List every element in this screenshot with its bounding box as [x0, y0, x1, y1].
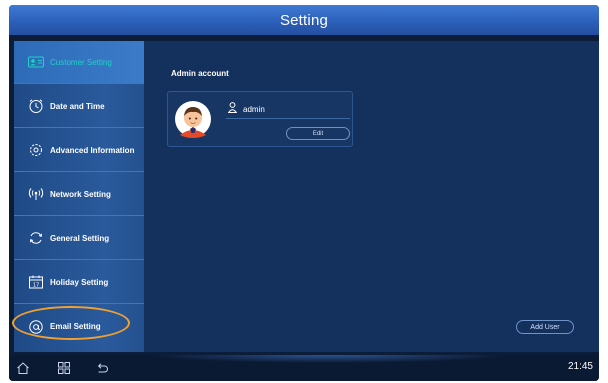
title-bar: Setting [9, 5, 599, 35]
edit-button[interactable]: Edit [286, 127, 350, 140]
sync-icon [28, 230, 44, 246]
sidebar-item-network-setting[interactable]: Network Setting [14, 173, 144, 216]
back-icon[interactable] [94, 360, 110, 376]
sidebar-item-label: Network Setting [50, 189, 111, 199]
app-window: Setting Customer Setting Date and Time A… [9, 5, 599, 381]
sidebar-item-label: Customer Setting [50, 57, 112, 67]
at-sign-icon [28, 319, 44, 335]
clock-time: 21:45 [567, 361, 593, 372]
sidebar-item-advanced-information[interactable]: Advanced Information [14, 129, 144, 172]
window-title: Setting [279, 11, 329, 29]
content-panel: Admin account admin Edit Add User [144, 41, 599, 352]
sidebar-item-label: Holiday Setting [50, 277, 109, 287]
taskbar-glow [149, 355, 509, 363]
system-taskbar: 21:45 [9, 355, 599, 381]
divider [226, 118, 350, 119]
username: admin [243, 104, 265, 114]
sidebar-item-email-setting[interactable]: Email Setting [14, 305, 144, 348]
sidebar-item-date-and-time[interactable]: Date and Time [14, 85, 144, 128]
sidebar: Customer Setting Date and Time Advanced … [14, 41, 144, 352]
wifi-icon [28, 186, 44, 202]
add-user-button[interactable]: Add User [516, 320, 574, 334]
apps-icon[interactable] [56, 360, 72, 376]
sidebar-item-label: General Setting [50, 233, 110, 243]
svg-text:17: 17 [33, 283, 39, 289]
user-icon [227, 100, 238, 118]
home-icon[interactable] [15, 360, 31, 376]
username-row: admin [227, 100, 265, 118]
avatar-icon [174, 97, 212, 141]
admin-account-card: admin Edit [167, 91, 353, 147]
user-card-icon [28, 54, 44, 70]
clock-icon [28, 98, 44, 114]
gear-icon [28, 142, 44, 158]
sidebar-item-general-setting[interactable]: General Setting [14, 217, 144, 260]
sidebar-item-label: Email Setting [50, 322, 101, 331]
sidebar-item-customer-setting[interactable]: Customer Setting [14, 41, 144, 84]
sidebar-item-label: Date and Time [50, 101, 105, 111]
section-title: Admin account [171, 69, 229, 78]
sidebar-item-label: Advanced Information [50, 145, 135, 155]
sidebar-item-holiday-setting[interactable]: 17 Holiday Setting [14, 261, 144, 304]
calendar-icon: 17 [28, 274, 44, 290]
